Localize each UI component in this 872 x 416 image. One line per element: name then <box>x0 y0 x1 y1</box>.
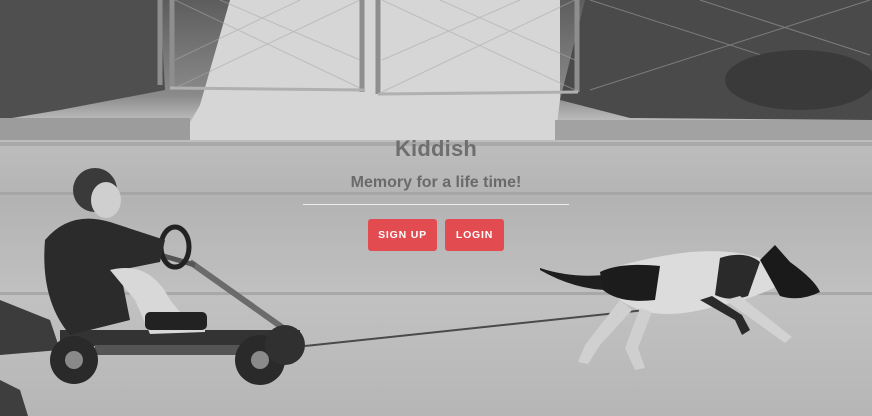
divider <box>303 204 569 205</box>
login-button[interactable]: LOGIN <box>445 219 504 251</box>
signup-button[interactable]: SIGN UP <box>368 219 437 251</box>
action-buttons: SIGN UP LOGIN <box>0 219 872 251</box>
hero-title: Kiddish <box>394 136 478 161</box>
hero-section: Kiddish Memory for a life time! SIGN UP … <box>0 0 872 416</box>
hero-subtitle: Memory for a life time! <box>350 174 522 191</box>
hero-content: Kiddish Memory for a life time! SIGN UP … <box>0 128 872 251</box>
